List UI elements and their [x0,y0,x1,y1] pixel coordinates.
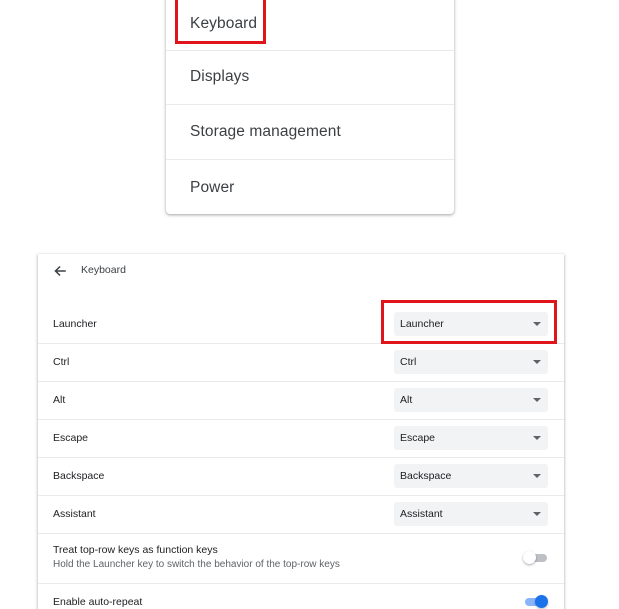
page-title: Keyboard [81,264,126,276]
menu-item-displays[interactable]: Displays [166,50,454,105]
setting-row-auto-repeat: Enable auto-repeat [38,583,564,609]
menu-item-label: Power [190,178,235,196]
keyboard-settings-panel: Keyboard Launcher Launcher Ctrl Ctrl Alt… [38,254,564,609]
menu-item-keyboard[interactable]: Keyboard [166,0,454,51]
setting-row-top-row-keys: Treat top-row keys as function keys Hold… [38,533,564,583]
select-value: Ctrl [400,356,417,368]
setting-label: Backspace [53,470,105,482]
back-arrow-icon[interactable] [52,263,68,279]
setting-row-escape: Escape Escape [38,419,564,457]
setting-label: Enable auto-repeat [53,596,143,608]
auto-repeat-toggle[interactable] [523,594,549,609]
setting-row-assistant: Assistant Assistant [38,495,564,533]
caret-down-icon [533,398,541,402]
ctrl-select[interactable]: Ctrl [394,350,548,374]
assistant-select[interactable]: Assistant [394,502,548,526]
setting-row-alt: Alt Alt [38,381,564,419]
select-value: Assistant [400,508,443,520]
menu-item-label: Keyboard [190,15,258,32]
menu-item-power[interactable]: Power [166,160,454,214]
setting-row-launcher: Launcher Launcher [38,292,564,343]
setting-row-backspace: Backspace Backspace [38,457,564,495]
select-value: Escape [400,432,436,444]
caret-down-icon [533,360,541,364]
toggle-knob [523,551,536,564]
alt-select[interactable]: Alt [394,388,548,412]
setting-row-ctrl: Ctrl Ctrl [38,343,564,381]
backspace-select[interactable]: Backspace [394,464,548,488]
menu-item-label: Storage management [190,123,341,140]
caret-down-icon [533,474,541,478]
escape-select[interactable]: Escape [394,426,548,450]
caret-down-icon [533,436,541,440]
panel-header: Keyboard [38,254,564,292]
caret-down-icon [533,322,541,326]
select-value: Backspace [400,470,452,482]
select-value: Alt [400,394,413,406]
setting-label: Launcher [53,318,97,330]
launcher-select[interactable]: Launcher [394,312,548,336]
toggle-knob [535,595,548,608]
setting-label: Ctrl [53,356,70,368]
setting-label: Treat top-row keys as function keys [53,544,218,556]
caret-down-icon [533,512,541,516]
menu-item-label: Displays [190,68,250,85]
setting-label: Assistant [53,508,96,520]
select-value: Launcher [400,318,444,330]
setting-label: Alt [53,394,66,406]
top-row-function-keys-toggle[interactable] [523,550,549,566]
setting-label: Escape [53,432,89,444]
menu-item-storage-management[interactable]: Storage management [166,105,454,160]
settings-menu-card: Keyboard Displays Storage management Pow… [166,0,454,214]
setting-description: Hold the Launcher key to switch the beha… [53,559,340,570]
